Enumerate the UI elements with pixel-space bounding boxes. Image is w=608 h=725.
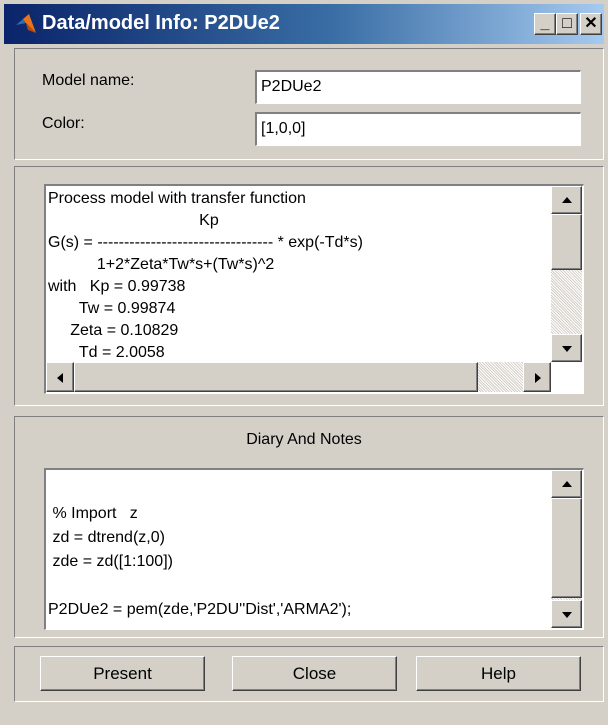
model-text-line: Zeta = 0.10829 bbox=[48, 322, 179, 339]
model-text-line: G(s) = ---------------------------------… bbox=[48, 234, 363, 251]
model-text-line: 1+2*Zeta*Tw*s+(Tw*s)^2 bbox=[48, 256, 275, 273]
arrow-up-icon bbox=[562, 481, 572, 487]
diary-text-viewport: % Import z zd = dtrend(z,0) zde = zd([1:… bbox=[46, 470, 551, 629]
model-name-input[interactable]: P2DUe2 bbox=[255, 70, 581, 104]
scroll-thumb[interactable] bbox=[551, 214, 582, 270]
arrow-right-icon bbox=[535, 373, 541, 383]
arrow-left-icon bbox=[57, 373, 63, 383]
horizontal-scroll-thumb[interactable] bbox=[74, 362, 478, 392]
color-label: Color: bbox=[42, 115, 85, 132]
diary-text-line: P2DUe2 = pem(zde,'P2DU''Dist','ARMA2'); bbox=[48, 601, 352, 618]
close-button[interactable]: Close bbox=[232, 656, 397, 691]
maximize-button[interactable]: □ bbox=[556, 13, 578, 35]
model-text-line: Kp bbox=[48, 212, 219, 229]
model-vertical-scrollbar[interactable] bbox=[551, 186, 582, 362]
diary-title: Diary And Notes bbox=[246, 431, 362, 448]
scroll-left-button[interactable] bbox=[46, 362, 74, 392]
diary-vertical-scrollbar[interactable] bbox=[551, 470, 582, 628]
dialog-window: Data/model Info: P2DUe2 _ □ ✕ Model name… bbox=[0, 0, 608, 725]
diary-scroll-down-button[interactable] bbox=[551, 600, 582, 628]
matlab-logo-icon bbox=[16, 14, 36, 33]
scroll-up-button[interactable] bbox=[551, 186, 582, 214]
minimize-icon: _ bbox=[540, 15, 550, 32]
diary-text-line bbox=[48, 574, 351, 598]
diary-scroll-up-button[interactable] bbox=[551, 470, 582, 498]
color-input[interactable]: [1,0,0] bbox=[255, 112, 581, 146]
window-title: Data/model Info: P2DUe2 bbox=[42, 12, 280, 34]
model-text-viewport: Process model with transfer function Kp G… bbox=[46, 186, 551, 362]
model-horizontal-scrollbar[interactable] bbox=[46, 362, 551, 392]
close-icon: ✕ bbox=[584, 15, 598, 32]
arrow-up-icon bbox=[562, 197, 572, 203]
close-window-button[interactable]: ✕ bbox=[580, 13, 602, 35]
diary-text-line: % Import z bbox=[48, 505, 138, 522]
title-bar[interactable]: Data/model Info: P2DUe2 _ □ ✕ bbox=[4, 4, 604, 44]
diary-text-line bbox=[48, 478, 351, 502]
model-text-line: Process model with transfer function bbox=[48, 190, 306, 207]
maximize-icon: □ bbox=[562, 15, 572, 32]
model-text-line: Tw = 0.99874 bbox=[48, 300, 176, 317]
diary-text-line: zde = zd([1:100]) bbox=[48, 553, 173, 570]
arrow-down-icon bbox=[562, 346, 572, 352]
minimize-button[interactable]: _ bbox=[534, 13, 556, 35]
diary-text-lines: % Import z zd = dtrend(z,0) zde = zd([1:… bbox=[48, 478, 351, 622]
model-text-line: with Kp = 0.99738 bbox=[48, 278, 186, 295]
diary-text-area[interactable]: % Import z zd = dtrend(z,0) zde = zd([1:… bbox=[44, 468, 584, 630]
model-text-lines: Process model with transfer function Kp G… bbox=[48, 188, 363, 362]
model-name-label: Model name: bbox=[42, 72, 135, 89]
model-text-line: Td = 2.0058 bbox=[48, 344, 165, 361]
arrow-down-icon bbox=[562, 612, 572, 618]
help-button[interactable]: Help bbox=[416, 656, 581, 691]
diary-scroll-thumb[interactable] bbox=[551, 498, 582, 598]
diary-text-line: zd = dtrend(z,0) bbox=[48, 529, 165, 546]
scroll-right-button[interactable] bbox=[523, 362, 551, 392]
scroll-down-button[interactable] bbox=[551, 334, 582, 362]
present-button[interactable]: Present bbox=[40, 656, 205, 691]
model-text-area[interactable]: Process model with transfer function Kp G… bbox=[44, 184, 584, 394]
